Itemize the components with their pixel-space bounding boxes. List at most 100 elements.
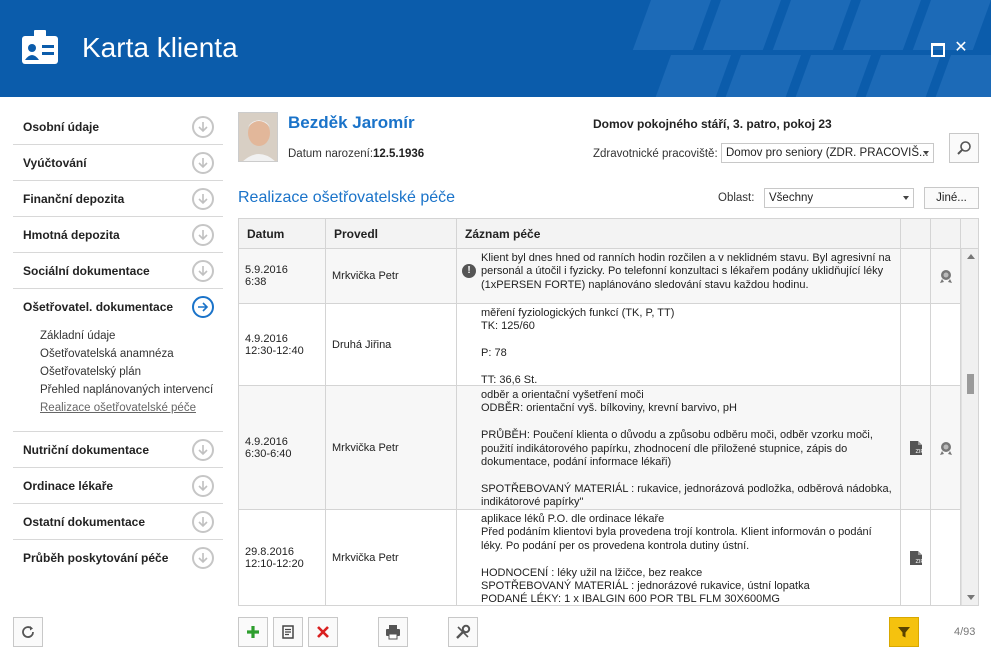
header-pattern — [632, 0, 991, 97]
area-select[interactable]: Všechny — [764, 188, 914, 208]
sidebar-item-financial-deposits[interactable]: Finanční depozita — [13, 181, 223, 217]
cell-badge — [931, 304, 961, 385]
record-text: Klient byl dnes hned od ranních hodin ro… — [481, 252, 894, 291]
facility-location: Domov pokojného stáří, 3. patro, pokoj 2… — [593, 117, 832, 131]
workplace-select-value: Domov pro seniory (ZDR. PRACOVIŠ... — [726, 147, 929, 159]
subnav-planned-interventions[interactable]: Přehled naplánovaných intervencí — [40, 381, 223, 399]
chevron-down-icon — [192, 224, 214, 246]
close-icon[interactable]: ✕ — [953, 40, 969, 56]
filter-button[interactable] — [889, 617, 919, 647]
column-header-attachment — [901, 219, 931, 249]
cell-date: 29.8.2016 12:10-12:20 — [239, 510, 326, 605]
subnav-nursing-plan[interactable]: Ošetřovatelský plán — [40, 363, 223, 381]
tools-button[interactable] — [448, 617, 478, 647]
print-button[interactable] — [378, 617, 408, 647]
table-body: 5.9.2016 6:38 Mrkvička Petr! Klient byl dn… — [239, 249, 961, 605]
attachment-icon[interactable]: ZIP — [909, 440, 923, 456]
scroll-down-icon[interactable] — [967, 595, 975, 600]
subnav-basic-info[interactable]: Základní údaje — [40, 327, 223, 345]
cell-attachment[interactable]: ZIP — [901, 386, 931, 509]
warning-icon: ! — [462, 264, 476, 278]
tools-icon — [456, 624, 471, 639]
refresh-button[interactable] — [13, 617, 43, 647]
cell-attachment[interactable]: ZIP — [901, 510, 931, 605]
workplace-label: Zdravotnické pracoviště: — [593, 148, 718, 160]
arrow-right-icon — [192, 296, 214, 318]
sidebar-item-nutrition-docs[interactable]: Nutriční dokumentace — [13, 432, 223, 468]
sidebar-item-social-docs[interactable]: Sociální dokumentace — [13, 253, 223, 289]
cell-record: aplikace léků P.O. dle ordinace lékaře P… — [457, 510, 901, 605]
sidebar-item-material-deposits[interactable]: Hmotná depozita — [13, 217, 223, 253]
add-button[interactable] — [238, 617, 268, 647]
table-header: Datum Provedl Záznam péče — [239, 219, 961, 249]
delete-button[interactable] — [308, 617, 338, 647]
chevron-down-icon — [192, 188, 214, 210]
vertical-scrollbar[interactable] — [961, 249, 978, 605]
cell-performed-by: Mrkvička Petr — [326, 249, 457, 303]
cell-badge[interactable] — [931, 386, 961, 509]
sidebar-item-billing[interactable]: Vyúčtování — [13, 145, 223, 181]
sidebar-item-nursing-docs[interactable]: Ošetřovatel. dokumentace — [13, 289, 223, 325]
cell-record: odběr a orientační vyšetření moči ODBĚR:… — [457, 386, 901, 509]
chevron-down-icon — [903, 196, 909, 200]
record-text: odběr a orientační vyšetření moči ODBĚR:… — [481, 389, 892, 509]
cell-attachment — [901, 249, 931, 303]
header-corner — [961, 219, 978, 249]
table-row[interactable]: 4.9.2016 6:30-6:40 Mrkvička Petr odběr a o… — [239, 386, 961, 510]
scroll-thumb[interactable] — [967, 374, 974, 394]
area-label: Oblast: — [718, 192, 755, 204]
column-header-record[interactable]: Záznam péče — [457, 219, 901, 249]
cell-badge[interactable] — [931, 249, 961, 303]
maximize-icon[interactable] — [928, 40, 945, 57]
chevron-down-icon — [192, 475, 214, 497]
scroll-up-icon[interactable] — [967, 254, 975, 259]
client-photo — [238, 112, 278, 162]
table-row[interactable]: 29.8.2016 12:10-12:20 Mrkvička Petr aplika… — [239, 510, 961, 605]
other-button[interactable]: Jiné... — [924, 187, 979, 209]
cell-date: 4.9.2016 6:30-6:40 — [239, 386, 326, 509]
chevron-down-icon — [192, 116, 214, 138]
cell-date: 5.9.2016 6:38 — [239, 249, 326, 303]
record-text: měření fyziologických funkcí (TK, P, TT)… — [481, 307, 675, 387]
record-counter: 4/93 — [954, 626, 976, 638]
cell-performed-by: Mrkvička Petr — [326, 510, 457, 605]
sidebar-item-care-progress[interactable]: Průběh poskytování péče — [13, 540, 223, 576]
add-icon — [247, 626, 259, 638]
cell-date: 4.9.2016 12:30-12:40 — [239, 304, 326, 385]
chevron-down-icon — [923, 151, 929, 155]
edit-icon — [282, 625, 294, 639]
subnav-care-realization[interactable]: Realizace ošetřovatelské péče — [40, 399, 223, 417]
sidebar: Osobní údaje Vyúčtování Finanční depozit… — [13, 109, 223, 576]
chevron-down-icon — [192, 547, 214, 569]
sidebar-item-doctor-office[interactable]: Ordinace lékaře — [13, 468, 223, 504]
nursing-subnav: Základní údaje Ošetřovatelská anamnéza O… — [13, 325, 223, 432]
column-header-by[interactable]: Provedl — [326, 219, 457, 249]
record-text: aplikace léků P.O. dle ordinace lékaře P… — [481, 513, 872, 606]
subnav-nursing-anamnesis[interactable]: Ošetřovatelská anamnéza — [40, 345, 223, 363]
search-button[interactable] — [949, 133, 979, 163]
table-row[interactable]: 5.9.2016 6:38 Mrkvička Petr! Klient byl dn… — [239, 249, 961, 304]
table-row[interactable]: 4.9.2016 12:30-12:40 Druhá Jiřina měření f… — [239, 304, 961, 386]
app-header: Karta klienta ✕ — [0, 0, 991, 97]
filter-icon — [898, 627, 910, 638]
cell-record: měření fyziologických funkcí (TK, P, TT)… — [457, 304, 901, 387]
id-card-icon — [22, 30, 58, 64]
badge-icon[interactable] — [938, 440, 954, 456]
area-select-value: Všechny — [769, 192, 814, 204]
sidebar-item-other-docs[interactable]: Ostatní dokumentace — [13, 504, 223, 540]
print-icon — [386, 625, 400, 640]
cell-performed-by: Druhá Jiřina — [326, 304, 457, 385]
refresh-icon — [22, 626, 34, 638]
window-title: Karta klienta — [82, 32, 238, 63]
badge-icon[interactable] — [938, 268, 954, 284]
dob-value: 12.5.1936 — [373, 148, 425, 160]
cell-performed-by: Mrkvička Petr — [326, 386, 457, 509]
search-icon — [957, 141, 971, 155]
svg-text:ZIP: ZIP — [915, 559, 923, 565]
dob-label: Datum narození: — [288, 148, 374, 160]
workplace-select[interactable]: Domov pro seniory (ZDR. PRACOVIŠ... — [721, 143, 934, 163]
sidebar-item-personal[interactable]: Osobní údaje — [13, 109, 223, 145]
edit-button[interactable] — [273, 617, 303, 647]
attachment-icon[interactable]: ZIP — [909, 550, 923, 566]
column-header-date[interactable]: Datum — [239, 219, 326, 249]
